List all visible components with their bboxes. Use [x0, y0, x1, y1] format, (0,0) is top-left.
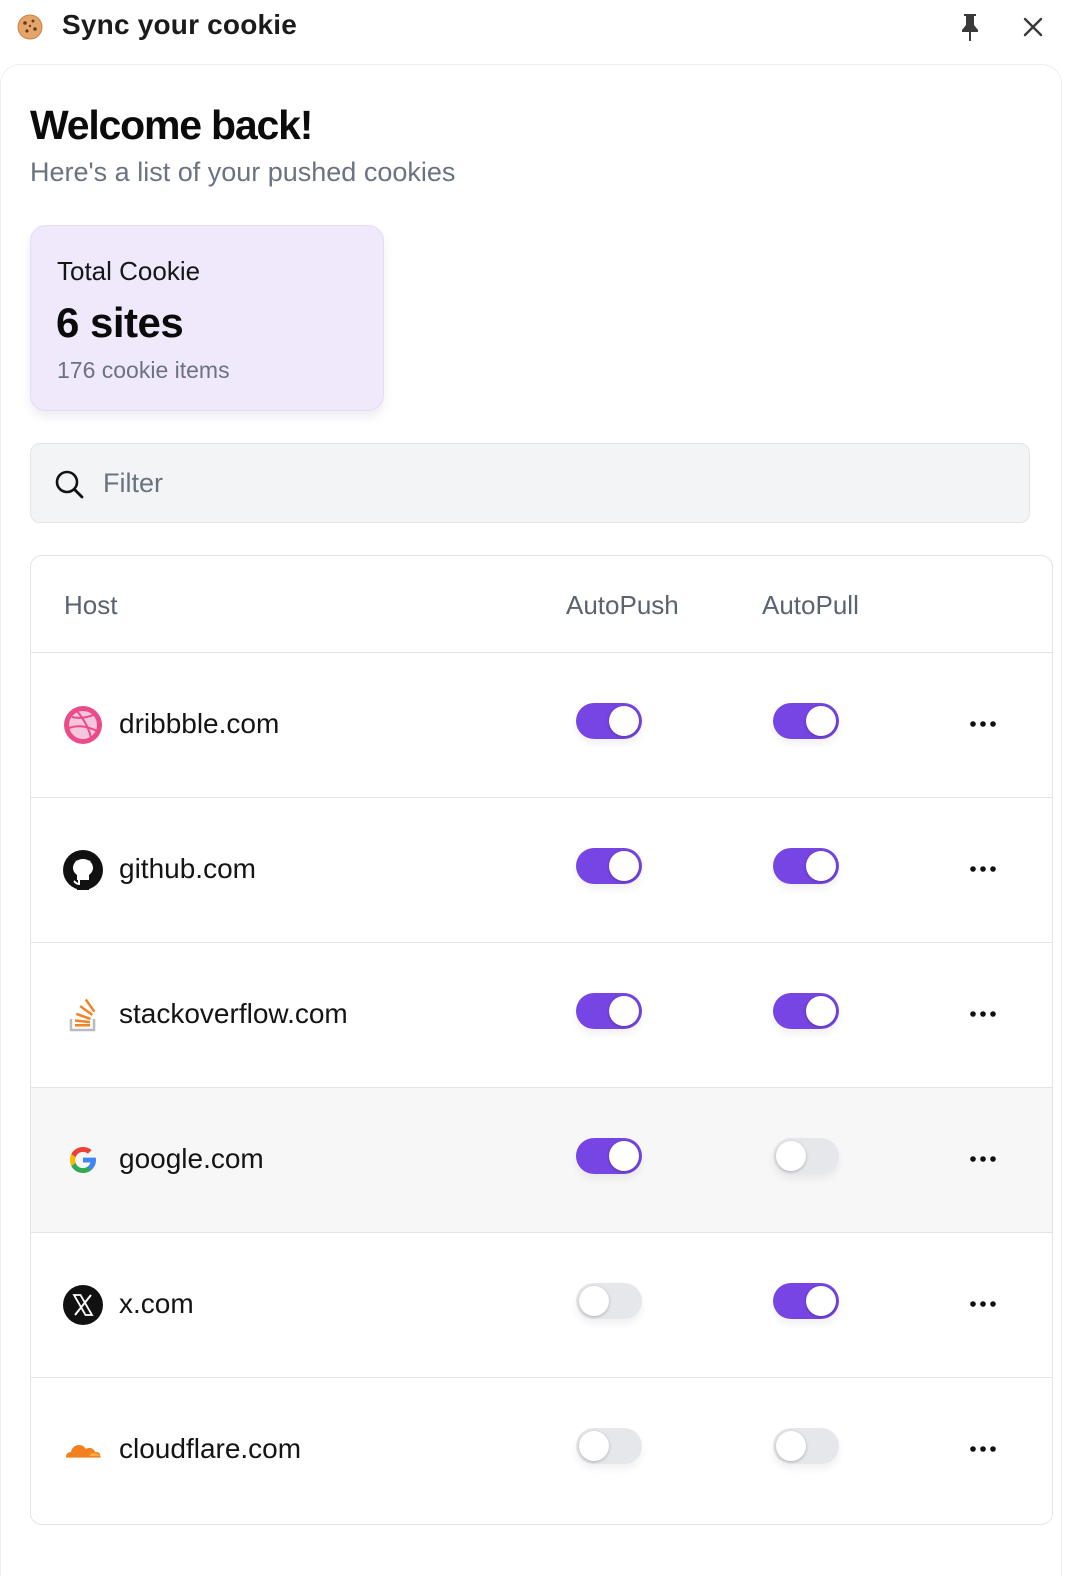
host-name: github.com — [119, 853, 256, 884]
more-options-icon[interactable] — [967, 1003, 999, 1025]
column-header-autopull: AutoPull — [762, 590, 859, 620]
stat-subtext: 176 cookie items — [57, 357, 230, 383]
host-name: dribbble.com — [119, 708, 280, 739]
host-name: x.com — [119, 1288, 194, 1319]
table-row[interactable]: stackoverflow.com — [31, 943, 1052, 1088]
github-icon — [63, 850, 103, 890]
autopull-toggle[interactable] — [773, 993, 839, 1029]
welcome-heading: Welcome back! — [30, 102, 313, 148]
app-title: Sync your cookie — [62, 9, 298, 40]
table-row[interactable]: x.com — [31, 1233, 1052, 1378]
more-options-icon[interactable] — [967, 1438, 999, 1460]
total-cookie-card: Total Cookie 6 sites 176 cookie items — [30, 225, 384, 411]
autopull-toggle[interactable] — [773, 1138, 839, 1174]
toggle-knob — [609, 851, 639, 881]
table-row[interactable]: github.com — [31, 798, 1052, 943]
cloudflare-icon — [66, 1445, 101, 1458]
pin-icon[interactable] — [956, 12, 984, 42]
toggle-knob — [806, 706, 836, 736]
toggle-knob — [609, 706, 639, 736]
title-bar: Sync your cookie — [0, 0, 1074, 54]
autopush-toggle[interactable] — [576, 1428, 642, 1464]
close-icon[interactable] — [1019, 13, 1047, 41]
autopush-toggle[interactable] — [576, 1138, 642, 1174]
more-options-icon[interactable] — [967, 1148, 999, 1170]
autopush-toggle[interactable] — [576, 703, 642, 739]
autopush-toggle[interactable] — [576, 993, 642, 1029]
more-options-icon[interactable] — [967, 858, 999, 880]
filter-box[interactable] — [30, 443, 1030, 523]
stat-label: Total Cookie — [57, 256, 201, 286]
table-row[interactable]: cloudflare.com — [31, 1378, 1052, 1523]
toggle-knob — [776, 1141, 806, 1171]
toggle-knob — [776, 1431, 806, 1461]
dribbble-icon — [64, 706, 102, 744]
column-header-autopush: AutoPush — [566, 590, 679, 620]
table-row[interactable]: dribbble.com — [31, 653, 1052, 798]
more-options-icon[interactable] — [967, 1293, 999, 1315]
toggle-knob — [609, 1141, 639, 1171]
column-header-host: Host — [64, 590, 118, 620]
stat-value: 6 sites — [56, 299, 184, 346]
toggle-knob — [806, 996, 836, 1026]
cookie-table: Host AutoPush AutoPull dribbble.com gith… — [30, 555, 1053, 1525]
toggle-knob — [806, 1286, 836, 1316]
toggle-knob — [579, 1286, 609, 1316]
table-header: Host AutoPush AutoPull — [31, 556, 1052, 653]
toggle-knob — [609, 996, 639, 1026]
host-name: stackoverflow.com — [119, 998, 348, 1029]
x-icon — [63, 1285, 103, 1325]
filter-input[interactable] — [103, 444, 1003, 522]
table-row[interactable]: google.com — [31, 1088, 1052, 1233]
stackoverflow-icon — [69, 998, 96, 1032]
welcome-subtitle: Here's a list of your pushed cookies — [30, 157, 456, 187]
toggle-knob — [806, 851, 836, 881]
more-options-icon[interactable] — [967, 713, 999, 735]
autopull-toggle[interactable] — [773, 1283, 839, 1319]
autopush-toggle[interactable] — [576, 1283, 642, 1319]
host-name: google.com — [119, 1143, 264, 1174]
autopull-toggle[interactable] — [773, 1428, 839, 1464]
host-name: cloudflare.com — [119, 1433, 302, 1464]
autopull-toggle[interactable] — [773, 848, 839, 884]
autopush-toggle[interactable] — [576, 848, 642, 884]
google-icon — [70, 1147, 96, 1173]
cookie-icon — [17, 14, 43, 40]
toggle-knob — [579, 1431, 609, 1461]
search-icon — [55, 470, 84, 499]
autopull-toggle[interactable] — [773, 703, 839, 739]
